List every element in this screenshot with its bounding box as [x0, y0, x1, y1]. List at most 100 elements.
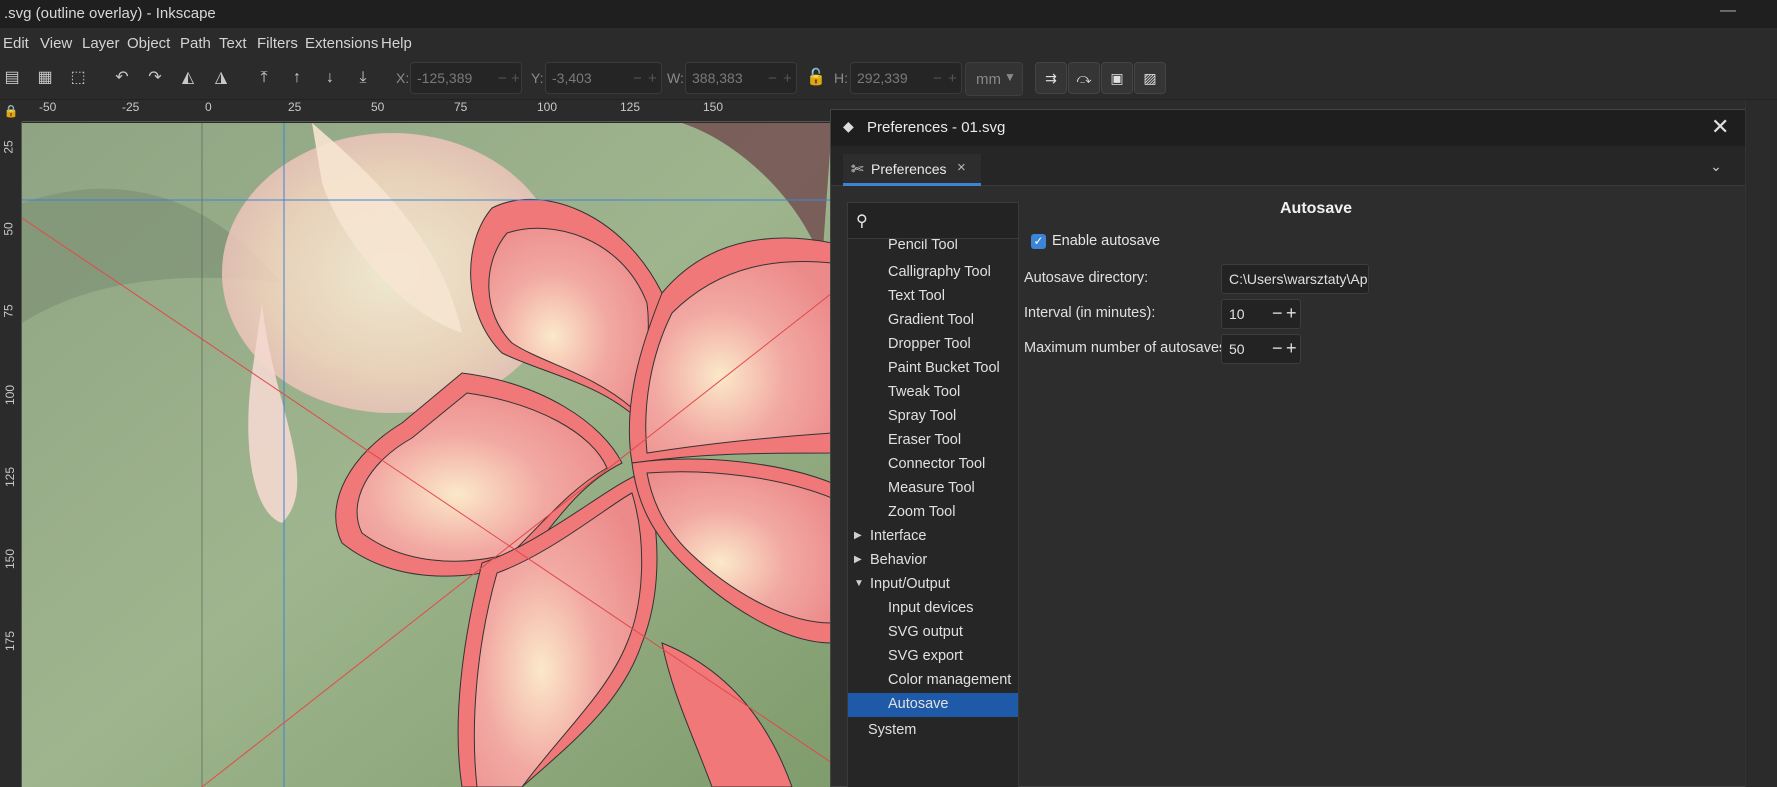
x-value: -125,389 — [417, 70, 473, 86]
menu-extensions[interactable]: Extensions — [305, 35, 378, 52]
menu-object[interactable]: Object — [127, 35, 170, 52]
w-decrement-icon[interactable]: − — [768, 70, 777, 87]
tree-item-eraser-tool[interactable]: Eraser Tool — [848, 429, 1018, 453]
flip-horizontal-icon[interactable]: ◭ — [176, 66, 200, 90]
tree-item-interface[interactable]: ▶ Interface — [848, 525, 1018, 549]
expand-arrow-icon[interactable]: ▶ — [854, 549, 862, 571]
tree-search[interactable]: ⚲ — [848, 203, 1018, 239]
flower-artwork — [22, 123, 832, 787]
tree-item-text-tool[interactable]: Text Tool — [848, 285, 1018, 309]
flip-vertical-icon[interactable]: ◮ — [209, 66, 233, 90]
lower-icon[interactable]: ↓ — [318, 66, 342, 90]
y-label: Y: — [531, 70, 544, 86]
tab-preferences[interactable]: ✄ Preferences × — [843, 154, 981, 186]
ruler-lock-icon[interactable]: 🔒 — [0, 100, 22, 122]
vertical-ruler[interactable]: 25 50 75 100 125 150 175 — [0, 122, 22, 787]
menu-path[interactable]: Path — [180, 35, 211, 52]
ruler-label: 0 — [205, 100, 212, 114]
right-dock-strip — [1745, 100, 1777, 787]
tree-item-autosave[interactable]: Autosave — [848, 693, 1018, 717]
x-label: X: — [396, 70, 410, 86]
search-input[interactable] — [880, 209, 1012, 233]
y-spinbox[interactable]: -3,403 − + — [545, 62, 662, 94]
tree-item-tweak-tool[interactable]: Tweak Tool — [848, 381, 1018, 405]
tree-item-color-management[interactable]: Color management — [848, 669, 1018, 693]
checkmark-icon[interactable]: ✓ — [1031, 234, 1046, 249]
ruler-label: 150 — [703, 100, 724, 114]
chevron-down-icon[interactable]: ⌄ — [1701, 154, 1731, 178]
menu-text[interactable]: Text — [219, 35, 247, 52]
tree-item-calligraphy-tool[interactable]: Calligraphy Tool — [848, 261, 1018, 285]
minus-icon[interactable]: − — [1272, 303, 1283, 324]
menu-layer[interactable]: Layer — [82, 35, 120, 52]
w-spinbox[interactable]: 388,383 − + — [685, 62, 797, 94]
unit-dropdown[interactable]: mm ▼ — [965, 62, 1023, 96]
ruler-label: 75 — [454, 100, 468, 114]
y-increment-icon[interactable]: + — [648, 70, 657, 87]
tree-item-zoom-tool[interactable]: Zoom Tool — [848, 501, 1018, 525]
tree-item-svg-output[interactable]: SVG output — [848, 621, 1018, 645]
w-increment-icon[interactable]: + — [783, 70, 792, 87]
h-decrement-icon[interactable]: − — [933, 70, 942, 87]
h-increment-icon[interactable]: + — [948, 70, 957, 87]
y-decrement-icon[interactable]: − — [633, 70, 642, 87]
tools-icon: ✄ — [851, 161, 864, 178]
menu-filters[interactable]: Filters — [257, 35, 298, 52]
tree-item-gradient-tool[interactable]: Gradient Tool — [848, 309, 1018, 333]
rotate-cw-icon[interactable]: ↷ — [143, 66, 167, 90]
autosave-settings-panel: Autosave ✓ Enable autosave Autosave dire… — [1021, 190, 1746, 787]
tree-item-input-output[interactable]: ▼ Input/Output — [848, 573, 1018, 597]
raise-icon[interactable]: ↑ — [285, 66, 309, 90]
scale-corners-button[interactable]: ⤼ — [1068, 62, 1100, 94]
window-titlebar: .svg (outline overlay) - Inkscape — — [0, 0, 1777, 28]
menu-edit[interactable]: Edit — [3, 35, 29, 52]
raise-to-top-icon[interactable]: ⤒ — [252, 66, 276, 90]
menu-bar: Edit View Layer Object Path Text Filters… — [0, 28, 1777, 58]
interval-spinbox[interactable]: 10 − + — [1221, 299, 1301, 329]
tree-item-input-devices[interactable]: Input devices — [848, 597, 1018, 621]
x-spinbox[interactable]: -125,389 − + — [410, 62, 522, 94]
lower-to-bottom-icon[interactable]: ⤓ — [351, 66, 375, 90]
tree-item-spray-tool[interactable]: Spray Tool — [848, 405, 1018, 429]
x-increment-icon[interactable]: + — [511, 70, 520, 87]
collapse-arrow-icon[interactable]: ▼ — [854, 573, 864, 595]
scale-stroke-button[interactable]: ⇉ — [1035, 62, 1067, 94]
ruler-label: 50 — [1, 222, 16, 236]
ruler-label: 100 — [3, 384, 18, 406]
drawing-canvas[interactable] — [22, 123, 832, 787]
tree-item-svg-export[interactable]: SVG export — [848, 645, 1018, 669]
tree-item-dropper-tool[interactable]: Dropper Tool — [848, 333, 1018, 357]
max-autosaves-spinbox[interactable]: 50 − + — [1221, 334, 1301, 364]
tree-item-pencil-tool[interactable]: Pencil Tool — [848, 239, 1018, 261]
close-icon[interactable]: ✕ — [1711, 114, 1729, 140]
menu-help[interactable]: Help — [381, 35, 412, 52]
interval-value: 10 — [1229, 306, 1245, 322]
transform-patterns-button[interactable]: ▨ — [1134, 62, 1166, 94]
tree-item-behavior[interactable]: ▶ Behavior — [848, 549, 1018, 573]
minimize-icon[interactable]: — — [1720, 2, 1736, 22]
autosave-directory-field[interactable]: C:\Users\warsztaty\AppData — [1221, 264, 1369, 294]
tree-item-connector-tool[interactable]: Connector Tool — [848, 453, 1018, 477]
tab-close-icon[interactable]: × — [957, 159, 966, 176]
preferences-dialog: ◆ Preferences - 01.svg ✕ ✄ Preferences ×… — [830, 109, 1746, 787]
menu-view[interactable]: View — [40, 35, 72, 52]
dialog-title: Preferences - 01.svg — [867, 119, 1006, 136]
preferences-tree: ⚲ Pencil Tool Calligraphy Tool Text Tool… — [847, 202, 1019, 787]
autosave-directory-label: Autosave directory: — [1024, 270, 1149, 286]
lock-proportions-icon[interactable]: 🔓 — [804, 66, 828, 90]
minus-icon[interactable]: − — [1272, 338, 1283, 359]
x-decrement-icon[interactable]: − — [498, 70, 507, 87]
tree-item-paint-bucket-tool[interactable]: Paint Bucket Tool — [848, 357, 1018, 381]
deselect-icon[interactable]: ⬚ — [66, 66, 90, 90]
transform-gradients-button[interactable]: ▣ — [1101, 62, 1133, 94]
plus-icon[interactable]: + — [1286, 338, 1297, 359]
h-spinbox[interactable]: 292,339 − + — [850, 62, 962, 94]
rotate-ccw-icon[interactable]: ↶ — [110, 66, 134, 90]
tree-item-measure-tool[interactable]: Measure Tool — [848, 477, 1018, 501]
interval-label: Interval (in minutes): — [1024, 305, 1156, 321]
expand-arrow-icon[interactable]: ▶ — [854, 525, 862, 547]
select-all-icon[interactable]: ▤ — [0, 66, 24, 90]
tree-item-system[interactable]: System — [848, 717, 1018, 741]
select-in-all-layers-icon[interactable]: ▦ — [33, 66, 57, 90]
plus-icon[interactable]: + — [1286, 303, 1297, 324]
